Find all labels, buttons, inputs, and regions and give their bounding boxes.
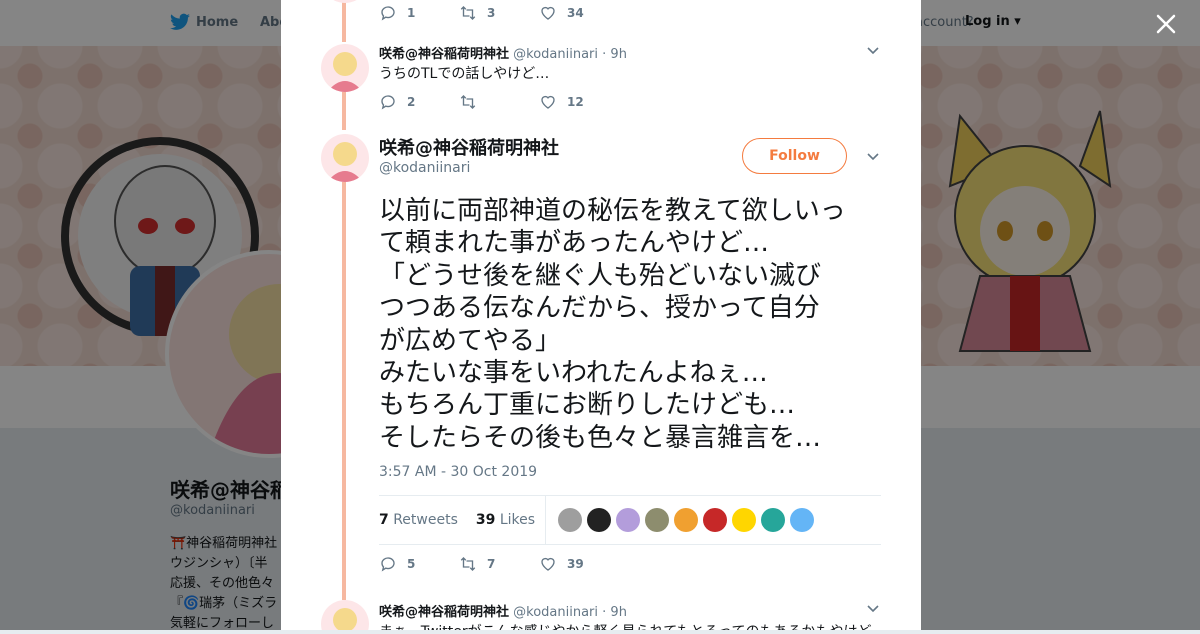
retweet-button[interactable]: 7 <box>459 555 539 573</box>
reply-icon <box>381 557 395 572</box>
tweet-text-line: そしたらその後も色々と暴言雑言を… <box>379 422 822 453</box>
avatar[interactable] <box>321 0 369 3</box>
like-count: 12 <box>567 95 584 109</box>
heart-icon <box>541 557 555 571</box>
thread-line <box>342 0 346 42</box>
reply-count: 1 <box>407 6 416 20</box>
tweet-header: 咲希@神谷稲荷明神社 @kodaniinari · 9h <box>379 601 627 620</box>
reply-icon <box>381 6 395 21</box>
tweet-text-line: もちろん丁重にお断りしたけども… <box>379 390 796 421</box>
avatar[interactable] <box>321 134 369 182</box>
chevron-down-icon[interactable] <box>866 152 880 162</box>
likes-count: 39 <box>475 512 496 528</box>
thread-line <box>342 92 346 130</box>
tweet-timestamp[interactable]: 3:57 AM - 30 Oct 2019 <box>379 464 537 480</box>
like-button[interactable]: 34 <box>539 4 619 22</box>
liker-avatar[interactable] <box>674 508 699 532</box>
chevron-down-icon[interactable] <box>866 604 880 614</box>
retweet-button[interactable]: 3 <box>459 4 539 22</box>
tweet-text-line: 以前に両部神道の秘伝を教えて欲しいっ <box>379 196 846 226</box>
like-count: 39 <box>567 557 584 571</box>
tweet-text: うちのTLでの話しやけど… <box>379 66 550 82</box>
liker-avatars <box>558 508 815 532</box>
tweet-text-line: みたいな事をいわれたんよねぇ… <box>379 358 768 389</box>
likes-stat[interactable]: 39 Likes <box>476 512 535 528</box>
retweet-button[interactable] <box>459 93 539 111</box>
liker-avatar[interactable] <box>790 508 815 532</box>
liker-avatar[interactable] <box>761 508 786 532</box>
retweet-icon <box>460 557 476 571</box>
tweet-stats: 7 Retweets 39 Likes <box>379 495 881 545</box>
like-button[interactable]: 12 <box>539 93 619 111</box>
retweets-stat[interactable]: 7 Retweets <box>379 512 458 528</box>
tweet-author-name[interactable]: 咲希@神谷稲荷明神社 <box>379 134 559 160</box>
reply-button[interactable]: 5 <box>379 555 459 573</box>
likes-label: Likes <box>499 512 536 528</box>
tweet-actions: 5 7 39 <box>379 555 619 573</box>
retweet-count: 7 <box>487 557 496 571</box>
tweet-time[interactable]: · 9h <box>602 47 627 62</box>
reply-button[interactable]: 1 <box>379 4 459 22</box>
tweet-text: まぁ、Twitterがこんな感じやから軽く見られてもとるってのもあるかもやけど <box>379 621 872 630</box>
liker-avatar[interactable] <box>587 508 612 532</box>
liker-avatar[interactable] <box>645 508 670 532</box>
retweets-count: 7 <box>379 512 389 528</box>
tweet-text-line: て頼まれた事があったんやけど… <box>379 228 770 259</box>
thread-line <box>342 182 346 600</box>
tweet-author-handle[interactable]: @kodaniinari <box>513 605 598 620</box>
reply-count: 5 <box>407 557 416 571</box>
like-button[interactable]: 39 <box>539 555 619 573</box>
chevron-down-icon[interactable] <box>866 46 880 56</box>
retweet-count: 3 <box>487 6 496 20</box>
reply-count: 2 <box>407 95 416 109</box>
like-count: 34 <box>567 6 584 20</box>
liker-avatar[interactable] <box>616 508 641 532</box>
follow-button[interactable]: Follow <box>742 138 847 174</box>
retweet-icon <box>460 95 476 109</box>
tweet-header: 咲希@神谷稲荷明神社 @kodaniinari · 9h <box>379 43 627 62</box>
tweet-author-name[interactable]: 咲希@神谷稲荷明神社 <box>379 605 509 620</box>
tweet-actions: 2 12 <box>379 93 619 111</box>
close-icon[interactable] <box>1154 12 1178 36</box>
tweet-text-line: 「どうせ後を継ぐ人も殆どいない滅び <box>379 260 822 291</box>
tweet-author-handle[interactable]: @kodaniinari <box>513 47 598 62</box>
reply-button[interactable]: 2 <box>379 93 459 111</box>
tweet-actions: 1 3 34 <box>379 4 619 22</box>
liker-avatar[interactable] <box>732 508 757 532</box>
reply-icon <box>381 95 395 110</box>
stats-counts: 7 Retweets 39 Likes <box>379 496 547 544</box>
retweets-label: Retweets <box>393 512 458 528</box>
tweet-text-line: が広めてやる」 <box>379 325 562 356</box>
heart-icon <box>541 95 555 109</box>
tweet-time[interactable]: · 9h <box>602 605 627 620</box>
heart-icon <box>541 6 555 20</box>
retweet-icon <box>460 6 476 20</box>
tweet-text-line: つつある伝なんだから、授かって自分 <box>379 293 820 324</box>
tweet-author-name[interactable]: 咲希@神谷稲荷明神社 <box>379 47 509 62</box>
avatar[interactable] <box>321 44 369 92</box>
avatar[interactable] <box>321 600 369 630</box>
tweet-text: 以前に両部神道の秘伝を教えて欲しいっ て頼まれた事があったんやけど… 「どうせ後… <box>379 195 889 454</box>
liker-avatar[interactable] <box>558 508 583 532</box>
liker-avatar[interactable] <box>703 508 728 532</box>
tweet-modal: 1 3 34 咲希@神谷稲荷明神社 @kodaniinari · 9h うちのT… <box>281 0 921 630</box>
tweet-author-handle[interactable]: @kodaniinari <box>379 160 470 176</box>
